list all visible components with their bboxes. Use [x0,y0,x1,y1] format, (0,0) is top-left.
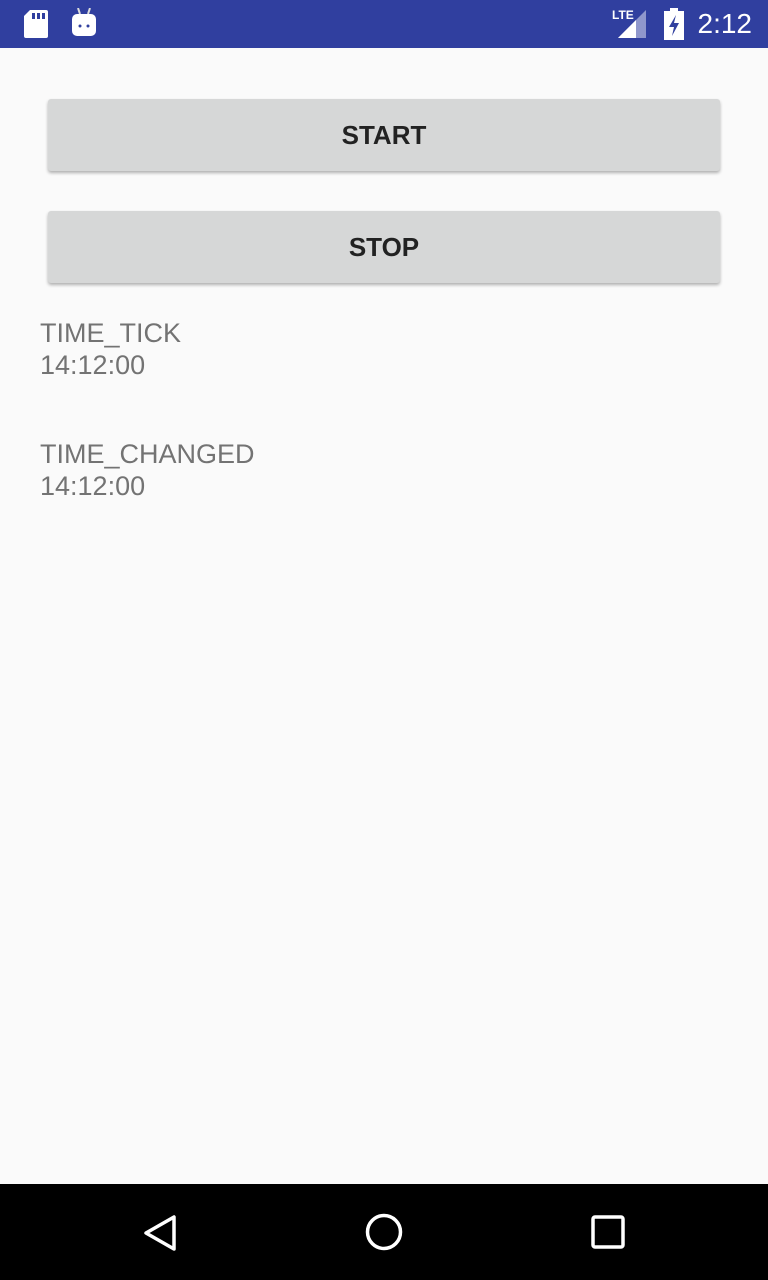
android-icon [72,8,96,36]
status-bar: LTE 2:12 [0,0,768,48]
recents-icon[interactable] [591,1215,625,1249]
home-icon[interactable] [365,1213,403,1251]
event-time: 14:12:00 [40,350,146,380]
battery-charging-icon [664,8,684,40]
back-icon[interactable] [142,1214,178,1252]
clock: 2:12 [697,8,753,39]
time-changed-event: TIME_CHANGED 14:12:00 [40,438,255,502]
start-button[interactable]: START [48,99,720,171]
time-tick-event: TIME_TICK 14:12:00 [40,317,181,381]
event-label: TIME_TICK [40,318,182,348]
lte-signal-icon [618,10,646,38]
sd-card-icon [24,10,48,38]
navigation-bar [0,1184,768,1280]
event-time: 14:12:00 [40,471,146,501]
stop-button[interactable]: STOP [48,211,720,283]
event-label: TIME_CHANGED [40,439,255,469]
